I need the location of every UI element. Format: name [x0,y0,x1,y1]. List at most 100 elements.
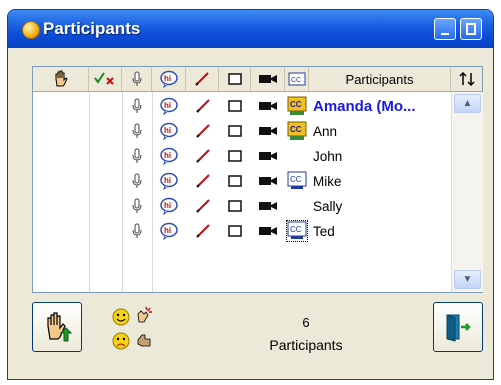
camera-icon[interactable] [258,100,278,112]
sort-button[interactable] [451,67,482,91]
whiteboard-column[interactable] [219,67,251,91]
scroll-up-button[interactable]: ▲ [454,94,481,113]
microphone-icon[interactable] [131,123,143,139]
participant-row[interactable]: hi CC Mike [33,169,451,193]
microphone-cell[interactable] [122,144,152,168]
camera-icon[interactable] [258,175,278,187]
microphone-icon[interactable] [131,198,143,214]
microphone-column[interactable] [122,67,152,91]
microphone-cell[interactable] [122,219,152,243]
pen-cell[interactable] [186,119,219,143]
chat-cell[interactable]: hi [152,194,186,218]
microphone-icon[interactable] [131,223,143,239]
participant-row[interactable]: hi John [33,144,451,168]
closed-caption-icon[interactable]: CC [287,171,307,191]
participant-name[interactable]: Sally [313,194,342,218]
yes-no-column[interactable] [89,67,122,91]
raise-hand-button[interactable] [32,302,82,352]
camera-cell[interactable] [251,94,285,118]
participant-name[interactable]: John [313,144,342,168]
pen-cell[interactable] [186,194,219,218]
microphone-icon[interactable] [131,148,143,164]
chat-icon[interactable]: hi [159,97,179,115]
camera-cell[interactable] [251,169,285,193]
chat-cell[interactable]: hi [152,144,186,168]
applause-icon[interactable] [135,306,153,324]
closed-caption-icon[interactable]: CC [287,96,307,116]
chat-cell[interactable]: hi [152,119,186,143]
title-bar[interactable]: Participants [8,10,493,48]
pen-icon[interactable] [195,98,211,114]
microphone-cell[interactable] [122,169,152,193]
pen-cell[interactable] [186,219,219,243]
chat-cell[interactable]: hi [152,169,186,193]
closed-caption-cell[interactable]: CC [285,119,309,143]
pen-cell[interactable] [186,94,219,118]
microphone-icon[interactable] [131,98,143,114]
whiteboard-cell[interactable] [219,94,251,118]
camera-icon[interactable] [258,225,278,237]
pen-cell[interactable] [186,144,219,168]
chat-cell[interactable]: hi [152,219,186,243]
closed-caption-icon[interactable]: CC [287,221,307,241]
participants-list[interactable]: hi CC Participants hi CC Amanda (Mo... h… [32,66,483,293]
whiteboard-icon[interactable] [228,200,242,212]
camera-cell[interactable] [251,219,285,243]
pen-cell[interactable] [186,169,219,193]
scroll-down-button[interactable]: ▼ [454,270,481,289]
whiteboard-icon[interactable] [228,175,242,187]
vertical-scrollbar[interactable]: ▲ ▼ [451,92,483,292]
microphone-cell[interactable] [122,194,152,218]
microphone-icon[interactable] [131,173,143,189]
maximize-button[interactable] [460,18,482,40]
whiteboard-cell[interactable] [219,169,251,193]
camera-cell[interactable] [251,194,285,218]
whiteboard-cell[interactable] [219,194,251,218]
closed-caption-cell[interactable] [285,144,309,168]
participant-row[interactable]: hi CC Amanda (Mo... [33,94,451,118]
pen-icon[interactable] [195,148,211,164]
whiteboard-cell[interactable] [219,119,251,143]
pen-icon[interactable] [195,198,211,214]
microphone-cell[interactable] [122,94,152,118]
camera-icon[interactable] [258,200,278,212]
microphone-cell[interactable] [122,119,152,143]
whiteboard-icon[interactable] [228,225,242,237]
raise-hand-column[interactable] [33,67,89,91]
camera-icon[interactable] [258,150,278,162]
pen-icon[interactable] [195,173,211,189]
whiteboard-icon[interactable] [228,125,242,137]
pen-icon[interactable] [195,223,211,239]
whiteboard-cell[interactable] [219,144,251,168]
whiteboard-icon[interactable] [228,100,242,112]
exit-button[interactable] [433,302,483,352]
happy-emoticon-icon[interactable] [112,308,130,326]
camera-cell[interactable] [251,144,285,168]
camera-icon[interactable] [258,125,278,137]
chat-cell[interactable]: hi [152,94,186,118]
camera-column[interactable] [251,67,285,91]
participant-name[interactable]: Ann [313,119,337,143]
participant-row[interactable]: hi CC Ted [33,219,451,243]
closed-caption-column[interactable]: CC [285,67,309,91]
participant-name[interactable]: Ted [313,219,335,243]
pen-icon[interactable] [195,123,211,139]
closed-caption-icon[interactable]: CC [287,121,307,141]
chat-column[interactable]: hi [152,67,186,91]
participants-column-header[interactable]: Participants [309,67,451,91]
closed-caption-cell[interactable]: CC [285,219,309,243]
sad-emoticon-icon[interactable] [112,332,130,350]
participant-row[interactable]: hi CC Ann [33,119,451,143]
chat-icon[interactable]: hi [159,172,179,190]
whiteboard-icon[interactable] [228,150,242,162]
closed-caption-cell[interactable] [285,194,309,218]
participant-row[interactable]: hi Sally [33,194,451,218]
participant-name[interactable]: Mike [313,169,342,193]
pen-column[interactable] [186,67,219,91]
whiteboard-cell[interactable] [219,219,251,243]
thumbs-icon[interactable] [135,332,153,350]
camera-cell[interactable] [251,119,285,143]
closed-caption-cell[interactable]: CC [285,94,309,118]
restore-button[interactable] [434,18,456,40]
chat-icon[interactable]: hi [159,147,179,165]
